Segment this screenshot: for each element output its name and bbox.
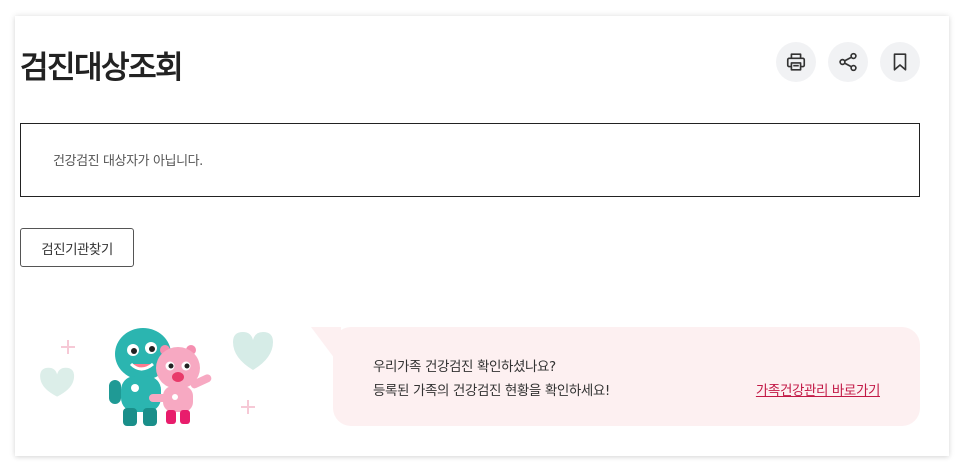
- mascot-illustration: [35, 320, 295, 430]
- notice-text: 건강검진 대상자가 아닙니다.: [53, 154, 203, 169]
- family-health-link[interactable]: 가족건강관리 바로가기: [756, 379, 880, 399]
- notice-box: 건강검진 대상자가 아닙니다.: [20, 123, 920, 197]
- print-button[interactable]: [776, 42, 816, 82]
- share-icon: [839, 52, 857, 72]
- bookmark-icon: [893, 53, 907, 71]
- page-title: 검진대상조회: [20, 50, 184, 86]
- banner-question: 우리가족 건강검진 확인하셨나요?: [373, 359, 556, 375]
- find-institution-button[interactable]: 검진기관찾기: [20, 228, 134, 267]
- share-button[interactable]: [828, 42, 868, 82]
- family-checkup-banner: 우리가족 건강검진 확인하셨나요? 등록된 가족의 건강검진 현황을 확인하세요…: [333, 327, 920, 426]
- bookmark-button[interactable]: [880, 42, 920, 82]
- printer-icon: [786, 53, 806, 71]
- banner-description: 등록된 가족의 건강검진 현황을 확인하세요!: [373, 383, 610, 399]
- mascot-characters-image: [40, 328, 273, 426]
